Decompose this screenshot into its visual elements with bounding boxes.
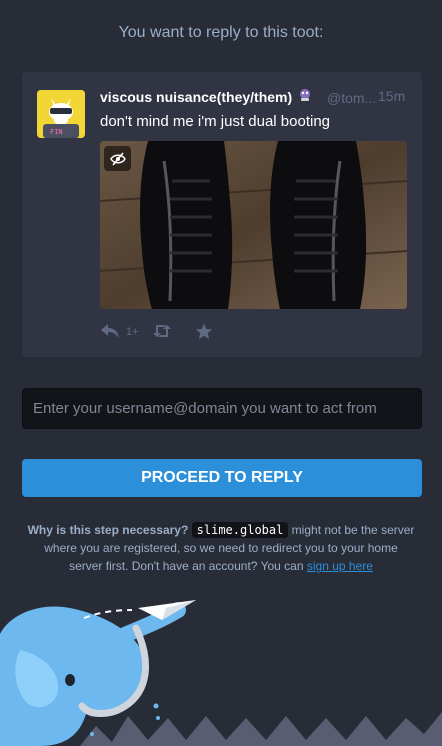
proceed-to-reply-button[interactable]: PROCEED TO REPLY	[22, 459, 422, 497]
ground-silhouette	[80, 712, 442, 746]
reply-button[interactable]: 1+	[100, 320, 139, 342]
avatar-text: FIN	[50, 128, 63, 136]
boots-photo	[100, 141, 407, 309]
retweet-icon	[153, 325, 171, 337]
avatar[interactable]: FIN	[37, 90, 85, 138]
display-name[interactable]: viscous nuisance(they/them)	[100, 89, 292, 105]
explanation-hint: Why is this step necessary? slime.global…	[26, 521, 416, 575]
boost-button[interactable]	[152, 320, 172, 342]
hide-media-button[interactable]	[104, 146, 131, 171]
account-handle[interactable]: @tom...	[327, 90, 376, 106]
eye-slash-icon	[109, 151, 126, 166]
status-actions: 1+	[100, 320, 300, 342]
emoji-icon	[298, 88, 312, 102]
status-time[interactable]: 15m	[378, 88, 405, 104]
mascot-illustration	[0, 600, 442, 746]
reply-count: 1+	[126, 326, 139, 338]
status-card[interactable]: FIN viscous nuisance(they/them) @tom... …	[22, 72, 422, 357]
avatar-image: FIN	[37, 90, 85, 138]
reply-icon	[101, 324, 119, 338]
favourite-button[interactable]	[195, 320, 213, 342]
sign-up-link[interactable]: sign up here	[307, 559, 373, 573]
username-input[interactable]	[22, 388, 422, 429]
page-heading: You want to reply to this toot:	[118, 24, 324, 41]
elephant-eye	[65, 674, 75, 686]
star-icon	[195, 323, 213, 339]
server-domain: slime.global	[191, 522, 289, 538]
media-attachment[interactable]	[100, 141, 407, 309]
status-content: don't mind me i'm just dual booting	[100, 113, 331, 130]
hint-lead: Why is this step necessary?	[27, 523, 189, 537]
